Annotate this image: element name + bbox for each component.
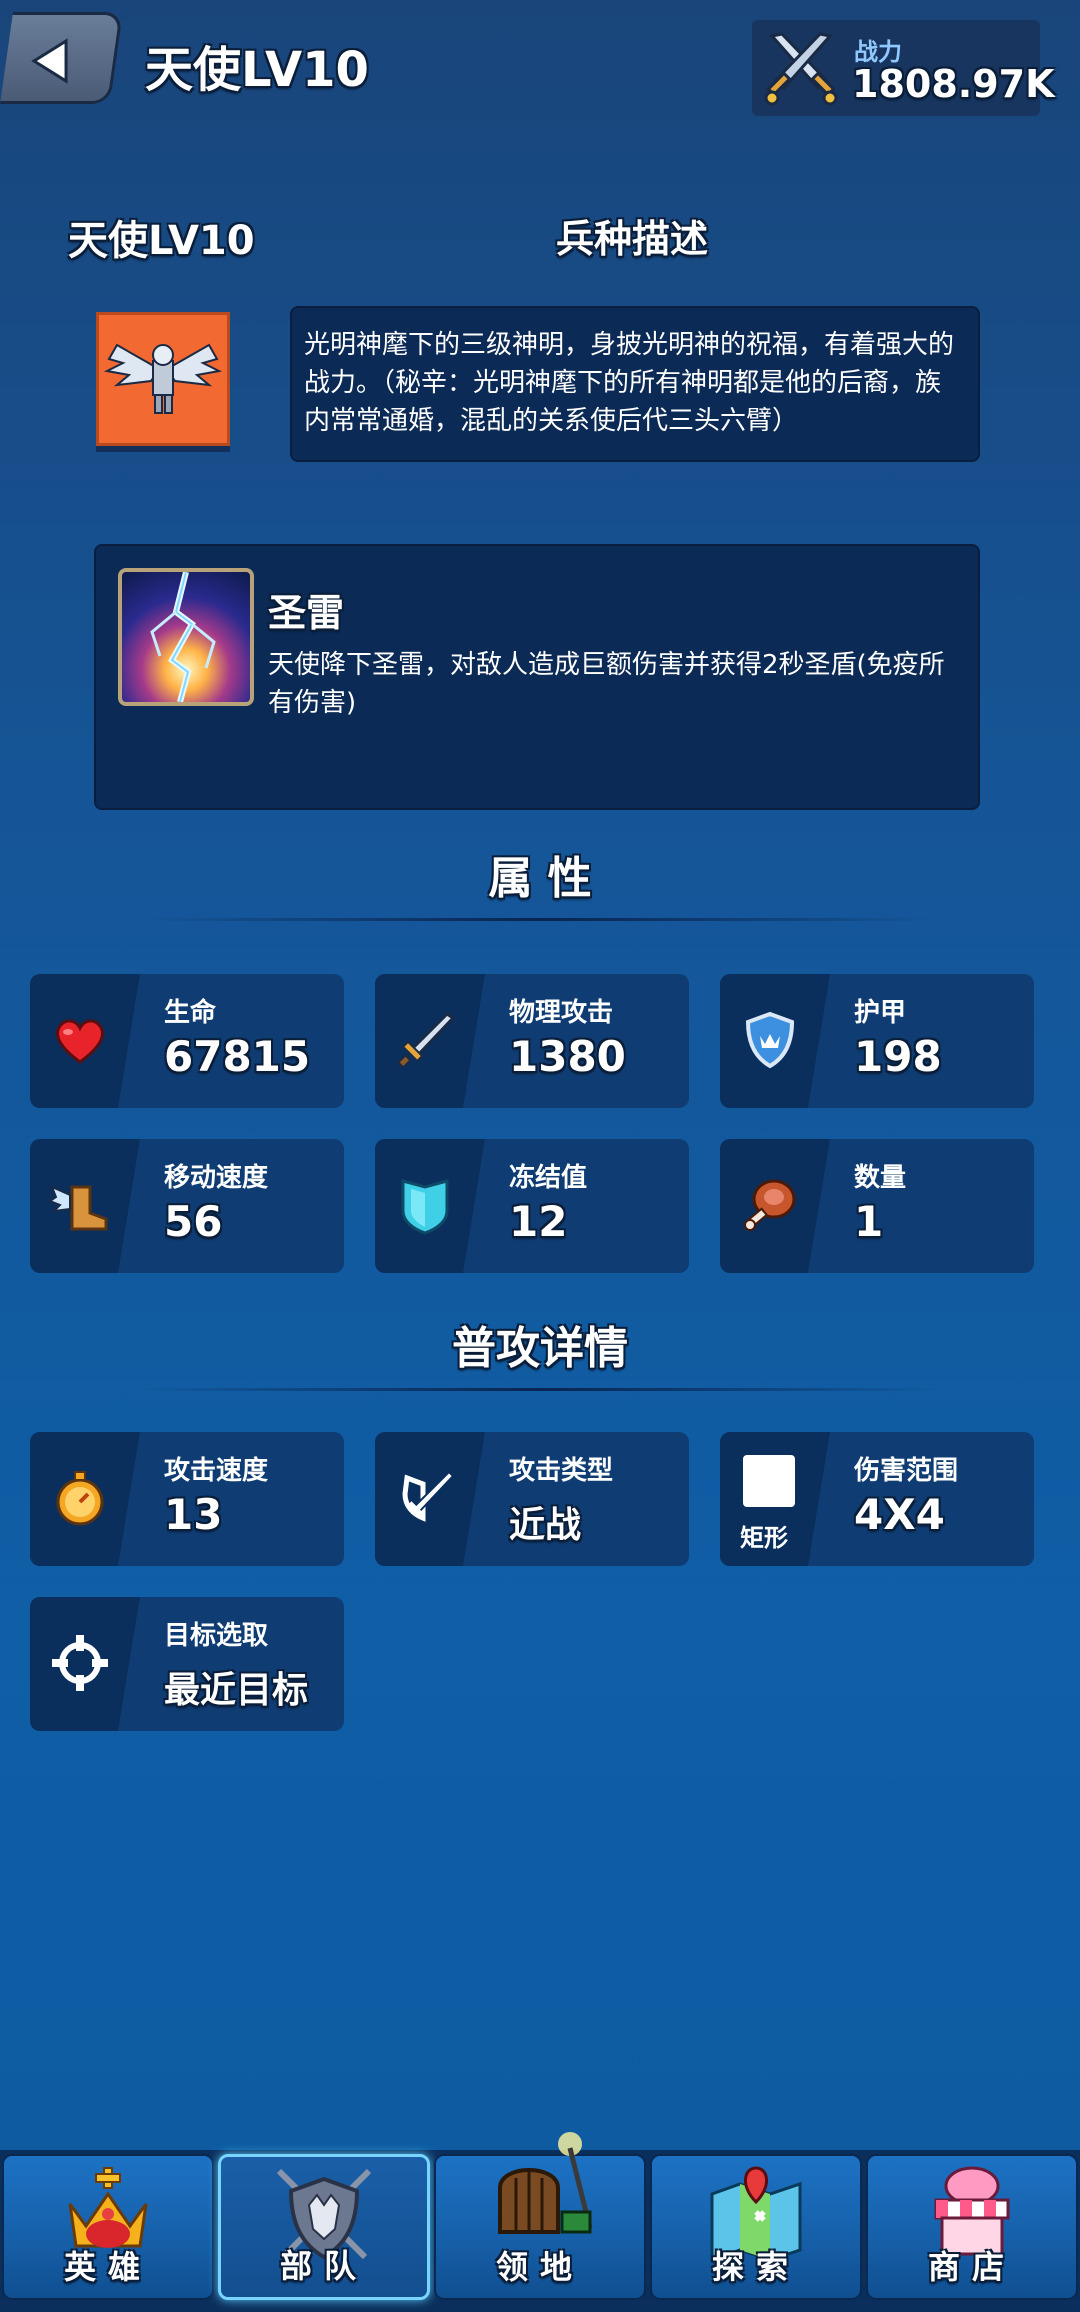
attack-details-title: 普攻详情 <box>452 1323 628 1374</box>
stat-value: 近战 <box>509 1505 582 1546</box>
stat-label: 移动速度 <box>164 1163 269 1193</box>
description-title: 兵种描述 <box>556 217 709 261</box>
back-arrow-icon <box>31 38 68 84</box>
stat-value: 1380 <box>509 1032 626 1081</box>
back-button[interactable] <box>0 12 123 104</box>
stat-freeze: 冻结值 12 <box>375 1139 689 1273</box>
stat-label: 护甲 <box>854 998 907 1028</box>
attack-details-divider <box>140 1388 940 1391</box>
stat-attack-type: 攻击类型 近战 <box>375 1432 689 1566</box>
nav-explore[interactable]: 探索 <box>650 2154 862 2300</box>
range-shape-label: 矩形 <box>740 1524 788 1552</box>
nav-label: 英雄 <box>63 2248 152 2286</box>
stat-label: 攻击类型 <box>509 1456 614 1486</box>
stat-value: 1 <box>854 1197 884 1246</box>
winged-boot-icon <box>48 1185 108 1231</box>
bottom-nav: 英雄 部队 领地 探索 商店 <box>0 2132 1080 2312</box>
stat-value: 最近目标 <box>164 1670 309 1711</box>
nav-heroes[interactable]: 英雄 <box>2 2154 214 2300</box>
stat-label: 伤害范围 <box>854 1456 959 1486</box>
attributes-divider <box>140 918 940 921</box>
ice-shield-icon <box>401 1179 449 1235</box>
stat-label: 数量 <box>854 1163 907 1193</box>
stat-attack-speed: 攻击速度 13 <box>30 1432 344 1566</box>
nav-shop[interactable]: 商店 <box>866 2154 1078 2300</box>
power-value: 1808.97K <box>852 62 1055 106</box>
nav-territory[interactable]: 领地 <box>434 2132 646 2300</box>
crosshair-icon <box>52 1635 108 1691</box>
lightning-icon <box>150 572 216 702</box>
stopwatch-icon <box>56 1471 104 1526</box>
stat-hp: 生命 67815 <box>30 974 344 1108</box>
stat-attack: 物理攻击 1380 <box>375 974 689 1108</box>
unit-portrait <box>96 312 230 446</box>
stat-damage-range: 矩形 伤害范围 4X4 <box>720 1432 1034 1566</box>
stat-move-speed: 移动速度 56 <box>30 1139 344 1273</box>
nav-label: 领地 <box>495 2248 584 2286</box>
holy-thunder-icon[interactable] <box>118 568 254 706</box>
castle-gate-icon <box>498 2132 593 2234</box>
description-box: 光明神麾下的三级神明，身披光明神的祝福，有着强大的战力。（秘辛：光明神麾下的所有… <box>290 306 980 462</box>
melee-icon <box>402 1470 455 1522</box>
stat-target-selection: 目标选取 最近目标 <box>30 1597 344 1731</box>
stat-armor: 护甲 198 <box>720 974 1034 1108</box>
skill-description: 天使降下圣雷，对敌人造成巨额伤害并获得2秒圣盾(免疫所有伤害) <box>268 650 945 718</box>
stat-value: 13 <box>164 1490 223 1539</box>
skill-name: 圣雷 <box>268 591 345 635</box>
stat-label: 攻击速度 <box>164 1456 269 1486</box>
stat-label: 生命 <box>164 998 217 1028</box>
stat-label: 物理攻击 <box>509 998 614 1028</box>
stat-value: 198 <box>854 1032 942 1081</box>
crossed-swords-icon <box>764 32 838 106</box>
angel-icon <box>103 343 223 414</box>
stat-value: 56 <box>164 1197 223 1246</box>
skill-panel: 圣雷 天使降下圣雷，对敌人造成巨额伤害并获得2秒圣盾(免疫所有伤害) <box>94 544 980 810</box>
stat-value: 4X4 <box>854 1490 945 1539</box>
stat-label: 目标选取 <box>164 1621 269 1651</box>
nav-troops[interactable]: 部队 <box>218 2154 430 2300</box>
unit-name: 天使LV10 <box>68 218 255 264</box>
stat-label: 冻结值 <box>509 1163 588 1193</box>
shield-icon <box>745 1011 795 1069</box>
nav-label: 探索 <box>711 2248 800 2286</box>
unit-description: 光明神麾下的三级神明，身披光明神的祝福，有着强大的战力。（秘辛：光明神麾下的所有… <box>304 330 955 436</box>
attributes-title: 属 性 <box>488 853 592 904</box>
square-area-icon <box>743 1455 795 1507</box>
combat-power-panel: 战力 1808.97K <box>752 20 1055 116</box>
stat-value: 67815 <box>164 1032 311 1081</box>
page-title: 天使LV10 <box>145 42 369 98</box>
heart-icon <box>56 1019 104 1064</box>
nav-label: 部队 <box>279 2247 368 2285</box>
meat-icon <box>744 1179 796 1231</box>
sword-icon <box>396 1012 456 1069</box>
stat-value: 12 <box>509 1197 568 1246</box>
stat-count: 数量 1 <box>720 1139 1034 1273</box>
nav-label: 商店 <box>927 2248 1016 2286</box>
